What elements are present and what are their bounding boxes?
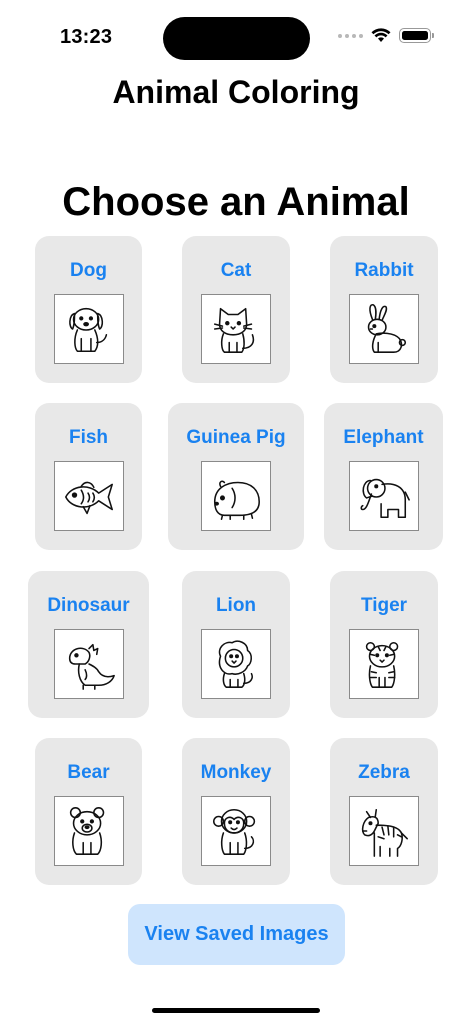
animal-label: Lion xyxy=(215,595,257,616)
animal-thumbnail xyxy=(349,796,419,866)
battery-icon xyxy=(399,28,434,43)
dynamic-island xyxy=(163,17,310,60)
animal-label: Elephant xyxy=(343,427,424,448)
animal-thumbnail xyxy=(53,796,124,866)
bear-outline-icon xyxy=(69,807,104,855)
page-heading: Choose an Animal xyxy=(62,180,410,224)
animal-card-tiger[interactable]: Tiger xyxy=(330,571,438,718)
animal-label: Dinosaur xyxy=(47,595,130,616)
zebra-outline-icon xyxy=(361,808,408,857)
animal-label: Rabbit xyxy=(354,260,414,281)
animal-label: Tiger xyxy=(360,595,408,616)
animal-card-dinosaur[interactable]: Dinosaur xyxy=(28,571,149,718)
animal-card-dog[interactable]: Dog xyxy=(35,236,142,383)
dog-outline-icon xyxy=(68,307,107,353)
animal-thumbnail xyxy=(349,629,419,699)
animal-card-guinea-pig[interactable]: Guinea Pig xyxy=(168,403,304,550)
cellular-signal-icon xyxy=(338,33,363,38)
lion-outline-icon xyxy=(218,640,253,688)
animal-label: Fish xyxy=(68,427,109,448)
animal-card-rabbit[interactable]: Rabbit xyxy=(330,236,438,383)
animal-card-zebra[interactable]: Zebra xyxy=(330,738,438,885)
animal-label: Cat xyxy=(220,260,252,281)
tiger-outline-icon xyxy=(365,641,399,688)
fish-outline-icon xyxy=(64,481,113,515)
animal-card-monkey[interactable]: Monkey xyxy=(182,738,290,885)
status-time: 13:23 xyxy=(60,26,113,48)
animal-label: Guinea Pig xyxy=(186,427,286,448)
elephant-outline-icon xyxy=(360,478,410,519)
animal-card-cat[interactable]: Cat xyxy=(182,236,290,383)
animal-card-elephant[interactable]: Elephant xyxy=(324,403,443,550)
animal-thumbnail xyxy=(201,294,271,364)
wifi-icon xyxy=(371,28,391,42)
animal-label: Monkey xyxy=(200,762,272,783)
animal-card-bear[interactable]: Bear xyxy=(35,738,142,885)
animal-thumbnail xyxy=(349,294,419,364)
animal-thumbnail xyxy=(53,629,124,699)
home-indicator[interactable] xyxy=(152,1008,320,1013)
monkey-outline-icon xyxy=(212,808,256,855)
dinosaur-outline-icon xyxy=(68,643,115,690)
view-saved-images-button[interactable]: View Saved Images xyxy=(128,904,345,965)
cat-outline-icon xyxy=(213,307,255,353)
animal-thumbnail xyxy=(53,461,124,531)
animal-thumbnail xyxy=(201,461,271,531)
app-screen: 13:23 Animal Coloring Choose an Animal D… xyxy=(0,0,472,1024)
animal-thumbnail xyxy=(53,294,124,364)
animal-card-fish[interactable]: Fish xyxy=(35,403,142,550)
animal-thumbnail xyxy=(201,796,271,866)
animal-label: Zebra xyxy=(358,762,410,783)
nav-title: Animal Coloring xyxy=(112,74,360,110)
guinea-pig-outline-icon xyxy=(213,480,260,520)
rabbit-outline-icon xyxy=(367,304,407,353)
status-icons xyxy=(338,28,434,43)
animal-thumbnail xyxy=(348,461,419,531)
animal-label: Bear xyxy=(67,762,110,783)
animal-label: Dog xyxy=(70,260,107,281)
animal-card-lion[interactable]: Lion xyxy=(182,571,290,718)
animal-thumbnail xyxy=(201,629,271,699)
